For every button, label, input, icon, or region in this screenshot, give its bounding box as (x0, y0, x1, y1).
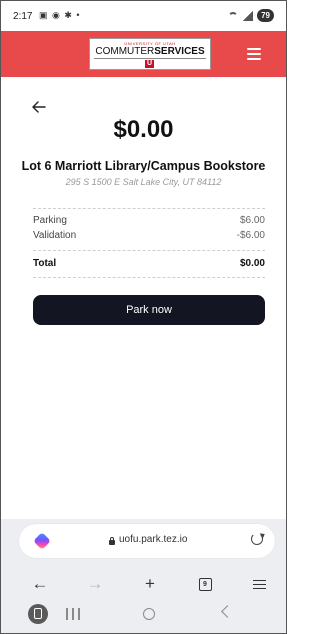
line-item-value: $6.00 (239, 215, 265, 226)
browser-nav-row: ← → + 9 (1, 573, 286, 595)
signal-icon (243, 10, 254, 21)
url-text[interactable]: uofu.park.tez.io (119, 534, 187, 545)
logo-title-bold: SERVICES (154, 46, 205, 57)
lot-address: 295 S 1500 E Salt Lake City, UT 84112 (65, 177, 222, 187)
total-value: $0.00 (239, 258, 265, 269)
new-tab-plus-icon[interactable]: + (138, 573, 162, 595)
phone-frame: 2:17 ▣ ◉ ✱ • 79 UNIVERSITY OF UTAH COMMU… (0, 0, 287, 634)
hamburger-menu-icon[interactable] (247, 48, 261, 60)
browser-forward-icon[interactable]: → (83, 573, 107, 595)
browser-menu-icon[interactable] (247, 573, 271, 595)
browser-back-icon[interactable]: ← (28, 573, 52, 595)
lot-name: Lot 6 Marriott Library/Campus Bookstore (21, 159, 266, 173)
wifi-icon (227, 11, 239, 21)
battery-icon: 79 (257, 9, 274, 22)
tab-switcher-button[interactable]: 9 (193, 573, 217, 595)
home-icon[interactable] (143, 608, 155, 620)
divider (33, 250, 265, 251)
amount-due: $0.00 (113, 116, 174, 143)
system-nav-bar (1, 604, 286, 633)
status-bar: 2:17 ▣ ◉ ✱ • 79 (1, 1, 286, 31)
logo-rule (94, 58, 206, 59)
line-item-label: Parking (33, 215, 67, 226)
divider (33, 208, 265, 209)
notification-icons: ▣ ◉ ✱ • (39, 10, 81, 20)
logo-title: COMMUTERSERVICES (90, 46, 210, 58)
status-right-icons: 79 (227, 9, 274, 22)
screenshot-tool-icon[interactable] (28, 604, 48, 624)
logo-title-light: COMMUTER (95, 46, 155, 57)
divider (33, 277, 265, 278)
university-u-icon: U (145, 60, 154, 68)
reload-icon[interactable] (251, 533, 263, 545)
total-label: Total (33, 258, 57, 269)
total-row: Total $0.00 (33, 258, 265, 269)
back-arrow-icon[interactable] (31, 99, 47, 115)
recents-icon[interactable] (66, 608, 80, 620)
tab-count-badge: 9 (198, 578, 212, 592)
lock-icon (109, 537, 115, 545)
commuter-services-logo[interactable]: UNIVERSITY OF UTAH COMMUTERSERVICES U (89, 38, 211, 70)
line-item-label: Validation (33, 230, 77, 241)
system-back-icon[interactable] (221, 605, 234, 618)
app-header: UNIVERSITY OF UTAH COMMUTERSERVICES U (1, 31, 286, 77)
park-now-button[interactable]: Park now (33, 295, 265, 325)
line-item-parking: Parking $6.00 (33, 215, 265, 226)
line-item-value: -$6.00 (236, 230, 265, 241)
status-time: 2:17 (13, 11, 33, 22)
line-item-validation: Validation -$6.00 (33, 230, 265, 241)
